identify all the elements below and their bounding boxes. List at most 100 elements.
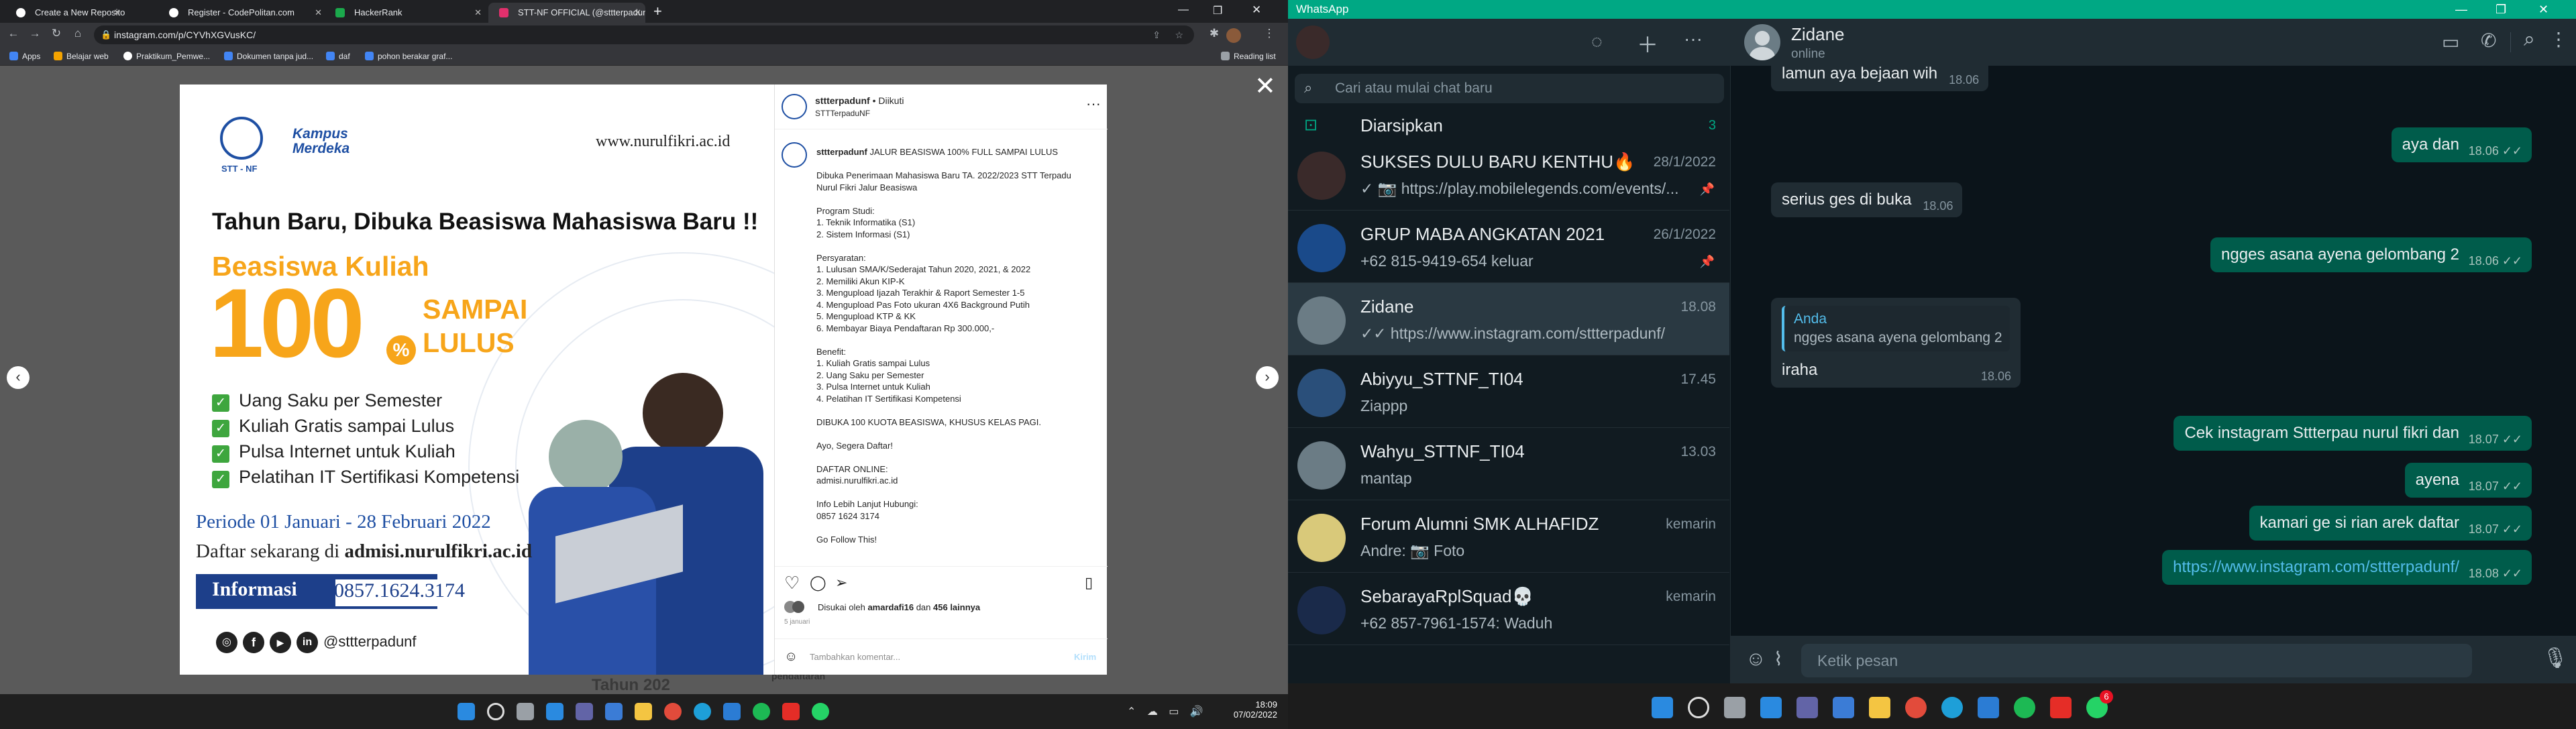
share-icon[interactable]: ➢ bbox=[835, 574, 847, 592]
message-outgoing[interactable]: ayena 18.07 ✓✓ bbox=[2404, 463, 2532, 498]
task-view-icon[interactable] bbox=[517, 703, 534, 720]
close-window-button[interactable]: ✕ bbox=[1252, 3, 1261, 17]
restore-button[interactable]: ❐ bbox=[2496, 0, 2506, 19]
star-icon[interactable]: ☆ bbox=[1175, 25, 1183, 44]
youtube-icon[interactable] bbox=[782, 703, 800, 720]
close-icon[interactable]: ✕ bbox=[113, 3, 121, 23]
bookmark-item[interactable]: Praktikum_Pemwe... bbox=[123, 50, 210, 63]
chrome-icon[interactable] bbox=[664, 703, 682, 720]
tab-instagram[interactable]: STT-NF OFFICIAL (@sttterpadun... ✕ bbox=[488, 3, 645, 23]
bookmark-apps[interactable]: Apps bbox=[9, 50, 40, 63]
message-incoming[interactable]: Anda ngges asana ayena gelombang 2 iraha 18… bbox=[1771, 298, 2021, 388]
heart-icon[interactable]: ♡ bbox=[784, 573, 800, 594]
phone-icon[interactable]: ✆ bbox=[2481, 30, 2496, 52]
close-icon[interactable]: ✕ bbox=[634, 3, 641, 23]
message-outgoing[interactable]: https://www.instagram.com/sttterpadunf/1… bbox=[2162, 550, 2532, 585]
chat-row[interactable]: GRUP MABA ANGKATAN 2021 +62 815-9419-654 … bbox=[1288, 211, 1729, 283]
status-icon[interactable]: ◌ bbox=[1591, 31, 1603, 52]
forward-icon[interactable]: → bbox=[27, 27, 43, 40]
microphone-icon[interactable]: 🎙 bbox=[2542, 647, 2568, 670]
teams-icon[interactable] bbox=[576, 703, 593, 720]
restore-button[interactable]: ❐ bbox=[1213, 4, 1222, 17]
system-tray-icons[interactable]: ⌃ ☁ ▭ 🔊 bbox=[1127, 705, 1208, 718]
spotify-icon[interactable] bbox=[753, 703, 770, 720]
reload-icon[interactable]: ↻ bbox=[48, 27, 64, 40]
widgets-icon[interactable] bbox=[546, 703, 564, 720]
chat-row[interactable]: Zidane ✓✓ https://www.instagram.com/sttte… bbox=[1288, 283, 1729, 355]
bookmark-item[interactable]: Belajar web bbox=[54, 50, 109, 63]
minimize-button[interactable]: — bbox=[1178, 4, 1189, 16]
menu-icon[interactable]: ⋮ bbox=[2549, 28, 2568, 50]
next-post-button[interactable]: › bbox=[1256, 366, 1279, 389]
edge-icon[interactable] bbox=[1941, 697, 1963, 718]
spotify-icon[interactable] bbox=[2014, 697, 2035, 718]
emoji-icon[interactable]: ☺ bbox=[1746, 648, 1766, 671]
close-icon[interactable]: ✕ bbox=[315, 3, 322, 23]
search-icon[interactable] bbox=[487, 703, 504, 720]
more-options-icon[interactable]: ··· bbox=[1086, 95, 1101, 113]
contact-avatar[interactable] bbox=[1744, 24, 1780, 60]
home-icon[interactable]: ⌂ bbox=[70, 27, 86, 40]
tab-hackerrank[interactable]: HackerRank ✕ bbox=[325, 3, 486, 23]
new-chat-icon[interactable]: ＋ bbox=[1637, 28, 1658, 59]
windows-start-icon[interactable] bbox=[1652, 697, 1673, 718]
edge-icon[interactable] bbox=[694, 703, 711, 720]
close-window-button[interactable]: ✕ bbox=[2538, 0, 2548, 19]
chat-row[interactable]: Forum Alumni SMK ALHAFIDZ Andre: 📷 Foto ke… bbox=[1288, 500, 1729, 573]
close-icon[interactable]: ✕ bbox=[474, 3, 482, 23]
search-box[interactable]: ⌕ Cari atau mulai chat baru bbox=[1295, 74, 1724, 103]
post-location[interactable]: STTTerpaduNF bbox=[815, 109, 870, 118]
minimize-button[interactable]: — bbox=[2455, 0, 2467, 19]
attach-icon[interactable]: ⌇ bbox=[1774, 648, 1783, 670]
youtube-icon[interactable] bbox=[2050, 697, 2072, 718]
caption-user[interactable]: sttterpadunf bbox=[816, 147, 867, 157]
message-outgoing[interactable]: ngges asana ayena gelombang 2 18.06 ✓✓ bbox=[2210, 237, 2532, 272]
avatar[interactable] bbox=[782, 142, 807, 168]
comment-input[interactable]: Tambahkan komentar... bbox=[810, 652, 900, 662]
tab-codepolitan[interactable]: Register - CodePolitan.com ✕ bbox=[158, 3, 326, 23]
tab-github[interactable]: Create a New Repository ✕ bbox=[5, 3, 125, 23]
quoted-message[interactable]: Anda ngges asana ayena gelombang 2 bbox=[1782, 306, 2010, 351]
extensions-icon[interactable]: ✱ bbox=[1206, 27, 1222, 40]
message-incoming[interactable]: lamun aya bejaan wih 18.06 bbox=[1771, 66, 1989, 91]
video-call-icon[interactable]: ▭ bbox=[2442, 31, 2459, 53]
post-image[interactable]: STT - NF Kampus Merdeka www.nurulfikri.a… bbox=[180, 85, 774, 675]
message-outgoing[interactable]: aya dan 18.06 ✓✓ bbox=[2391, 127, 2532, 162]
address-bar[interactable]: 🔒 instagram.com/p/CYVhXGVusKC/ ⇪ ☆ bbox=[94, 25, 1194, 44]
vscode-icon[interactable] bbox=[723, 703, 741, 720]
avatar[interactable] bbox=[782, 94, 807, 119]
clock[interactable]: 18:09 07/02/2022 bbox=[1233, 699, 1277, 720]
message-outgoing[interactable]: kamari ge si rian arek daftar 18.07 ✓✓ bbox=[2249, 506, 2532, 541]
message-incoming[interactable]: serius ges di buka 18.06 bbox=[1771, 182, 1963, 217]
chat-row[interactable]: SebarayaRplSquad💀 +62 857-7961-1574: Wadu… bbox=[1288, 573, 1729, 645]
teams-icon[interactable] bbox=[1796, 697, 1818, 718]
emoji-icon[interactable]: ☺ bbox=[784, 649, 798, 665]
new-tab-button[interactable]: + bbox=[653, 3, 662, 20]
share-icon[interactable]: ⇪ bbox=[1152, 25, 1161, 44]
search-input[interactable]: Cari atau mulai chat baru bbox=[1335, 80, 1493, 97]
conversation-header[interactable]: Zidane online ▭ ✆ ⌕ ⋮ bbox=[1731, 19, 2576, 66]
file-explorer-icon[interactable] bbox=[1869, 697, 1890, 718]
chrome-icon[interactable] bbox=[1905, 697, 1927, 718]
bookmark-item[interactable]: pohon berakar graf... bbox=[365, 50, 452, 63]
previous-post-button[interactable]: ‹ bbox=[7, 366, 30, 389]
bookmark-item[interactable]: Dokumen tanpa jud... bbox=[224, 50, 313, 63]
bookmark-item[interactable]: daf bbox=[326, 50, 350, 63]
profile-avatar[interactable] bbox=[1226, 28, 1241, 43]
post-comment-button[interactable]: Kirim bbox=[1074, 652, 1096, 662]
follow-state[interactable]: • Diikuti bbox=[873, 95, 904, 106]
menu-icon[interactable]: ⋮ bbox=[1261, 27, 1277, 40]
close-lightbox-button[interactable]: ✕ bbox=[1254, 74, 1276, 99]
bookmark-icon[interactable]: ▯ bbox=[1085, 574, 1093, 592]
chat-row[interactable]: SUKSES DULU BARU KENTHU🔥 ✓ 📷 https://play… bbox=[1288, 138, 1729, 211]
mail-icon[interactable] bbox=[605, 703, 623, 720]
back-icon[interactable]: ← bbox=[5, 27, 21, 40]
reading-list[interactable]: Reading list bbox=[1221, 50, 1276, 63]
windows-start-icon[interactable] bbox=[458, 703, 475, 720]
chat-row[interactable]: Wahyu_STTNF_TI04 mantap 13.03 bbox=[1288, 428, 1729, 500]
menu-icon[interactable]: ··· bbox=[1684, 28, 1703, 50]
chat-row[interactable]: Abiyyu_STTNF_TI04 Ziappp 17.45 bbox=[1288, 355, 1729, 428]
file-explorer-icon[interactable] bbox=[635, 703, 652, 720]
vscode-icon[interactable] bbox=[1978, 697, 1999, 718]
message-input[interactable]: Ketik pesan bbox=[1801, 644, 2472, 677]
